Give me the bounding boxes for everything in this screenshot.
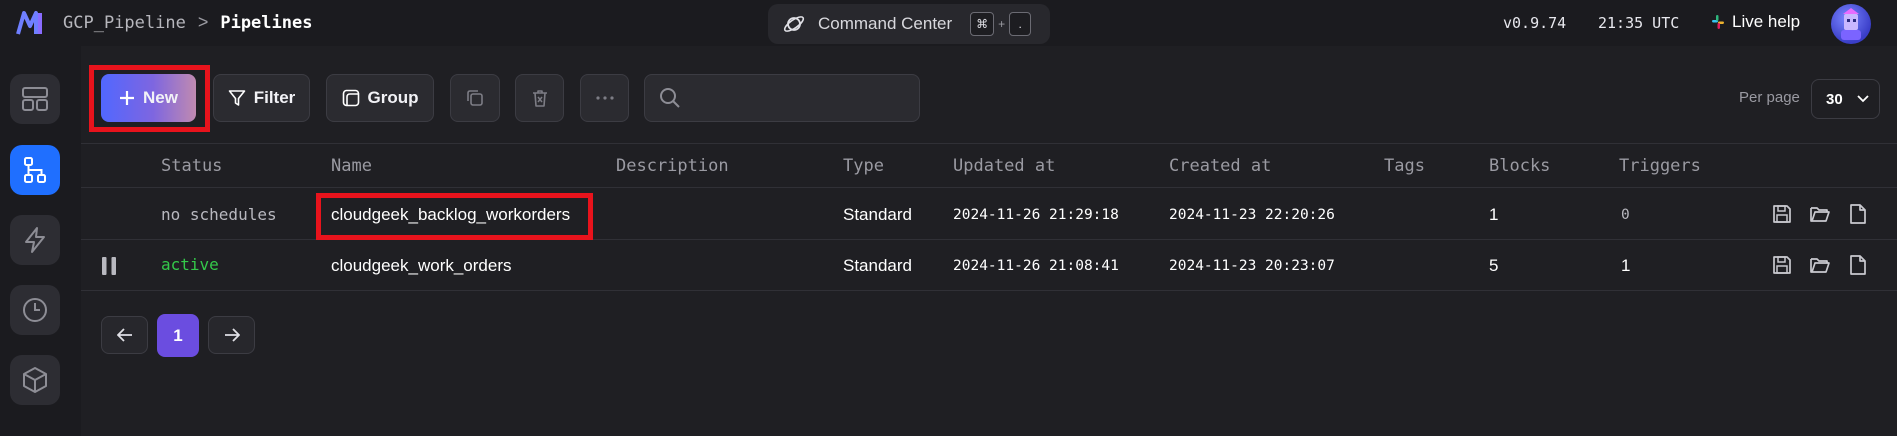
new-button-label: New — [143, 88, 178, 107]
cmd-key: ⌘ — [970, 12, 995, 36]
folder-icon[interactable] — [1809, 203, 1831, 225]
filter-button[interactable]: Filter — [213, 74, 310, 122]
column-tags[interactable]: Tags — [1384, 156, 1425, 176]
row-created-at: 2024-11-23 22:20:26 — [1169, 207, 1335, 223]
row-actions — [1771, 203, 1869, 225]
plus-sign: + — [998, 17, 1006, 31]
trash-icon — [532, 90, 547, 107]
ellipsis-icon — [595, 96, 614, 100]
table-header: Status Name Description Type Updated at … — [81, 144, 1897, 188]
save-icon[interactable] — [1771, 203, 1793, 225]
previous-page-button[interactable] — [101, 316, 148, 354]
delete-button[interactable] — [515, 74, 564, 122]
filter-icon — [228, 90, 246, 106]
arrow-left-icon — [116, 328, 132, 342]
per-page-label: Per page — [1739, 89, 1800, 106]
chevron-down-icon — [1857, 95, 1869, 103]
main-panel: New Filter Group Per page 30 Status Name… — [81, 46, 1897, 436]
side-navigation — [0, 46, 80, 436]
pipeline-tree-icon — [24, 157, 46, 183]
next-page-button[interactable] — [208, 316, 255, 354]
row-type: Standard — [843, 205, 912, 224]
row-type: Standard — [843, 256, 912, 275]
save-icon[interactable] — [1771, 254, 1793, 276]
group-button[interactable]: Group — [326, 74, 434, 122]
column-created-at[interactable]: Created at — [1169, 156, 1271, 176]
column-blocks[interactable]: Blocks — [1489, 156, 1550, 176]
avatar[interactable] — [1831, 4, 1871, 44]
row-triggers: 1 — [1621, 256, 1631, 275]
row-triggers: 0 — [1621, 207, 1630, 223]
row-blocks: 5 — [1489, 256, 1499, 275]
column-updated-at[interactable]: Updated at — [953, 156, 1055, 176]
row-updated-at: 2024-11-26 21:08:41 — [953, 258, 1119, 274]
copy-icon — [467, 90, 483, 106]
row-actions — [1771, 254, 1869, 276]
new-pipeline-button[interactable]: New — [101, 74, 196, 122]
nav-triggers[interactable] — [10, 215, 60, 265]
row-pipeline-name[interactable]: cloudgeek_work_orders — [331, 256, 512, 276]
file-icon[interactable] — [1847, 203, 1869, 225]
nav-runs[interactable] — [10, 285, 60, 335]
table-row[interactable]: no schedules cloudgeek_backlog_workorder… — [81, 189, 1897, 240]
row-updated-at: 2024-11-26 21:29:18 — [953, 207, 1119, 223]
column-triggers[interactable]: Triggers — [1619, 156, 1701, 176]
filter-button-label: Filter — [253, 88, 296, 107]
lightning-icon — [25, 227, 45, 253]
row-status: active — [161, 255, 219, 274]
plus-icon — [120, 91, 135, 105]
planet-icon — [783, 16, 805, 32]
period-key: . — [1009, 12, 1032, 36]
time-label: 21:35 UTC — [1598, 14, 1680, 32]
arrow-right-icon — [224, 328, 240, 342]
pause-icon[interactable] — [101, 256, 117, 276]
search-icon — [660, 88, 680, 108]
command-center-button[interactable]: Command Center ⌘ + . — [768, 4, 1050, 44]
nav-overview[interactable] — [10, 74, 60, 124]
command-center-label: Command Center — [818, 14, 953, 33]
clock-icon — [23, 298, 47, 322]
page-title: Pipelines — [220, 12, 313, 33]
group-icon — [342, 89, 359, 107]
search-box[interactable] — [644, 74, 920, 122]
live-help-label: Live help — [1732, 12, 1801, 31]
mage-logo-icon[interactable] — [16, 10, 44, 36]
folder-icon[interactable] — [1809, 254, 1831, 276]
row-created-at: 2024-11-23 20:23:07 — [1169, 258, 1335, 274]
nav-pipelines[interactable] — [10, 145, 60, 195]
nav-blocks[interactable] — [10, 355, 60, 405]
shortcut-keys: ⌘ + . — [970, 12, 1032, 36]
search-input[interactable] — [691, 89, 911, 107]
row-pipeline-name[interactable]: cloudgeek_backlog_workorders — [331, 205, 570, 225]
breadcrumb-project[interactable]: GCP_Pipeline — [63, 13, 186, 33]
column-name[interactable]: Name — [331, 156, 372, 176]
layout-icon — [22, 87, 48, 111]
live-help-link[interactable]: Live help — [1710, 12, 1800, 32]
breadcrumb: GCP_Pipeline > Pipelines — [63, 12, 312, 33]
row-blocks: 1 — [1489, 205, 1499, 224]
breadcrumb-separator: > — [197, 12, 209, 32]
top-bar: GCP_Pipeline > Pipelines Command Center … — [0, 0, 1897, 46]
avatar-image — [1841, 8, 1861, 40]
column-description[interactable]: Description — [616, 156, 729, 176]
more-options-button[interactable] — [580, 74, 629, 122]
group-button-label: Group — [367, 88, 419, 107]
per-page-select[interactable]: 30 — [1811, 79, 1880, 119]
table-row[interactable]: active cloudgeek_work_orders Standard 20… — [81, 240, 1897, 291]
file-icon[interactable] — [1847, 254, 1869, 276]
cube-icon — [23, 367, 47, 393]
page-number-button[interactable]: 1 — [157, 314, 199, 357]
version-label: v0.9.74 — [1503, 14, 1567, 32]
toolbar: New Filter Group Per page 30 — [81, 46, 1897, 144]
column-type[interactable]: Type — [843, 156, 884, 176]
per-page-value: 30 — [1826, 90, 1843, 108]
clone-button[interactable] — [450, 74, 500, 122]
row-status: no schedules — [161, 205, 277, 224]
column-status[interactable]: Status — [161, 156, 222, 176]
slack-icon — [1712, 15, 1724, 29]
